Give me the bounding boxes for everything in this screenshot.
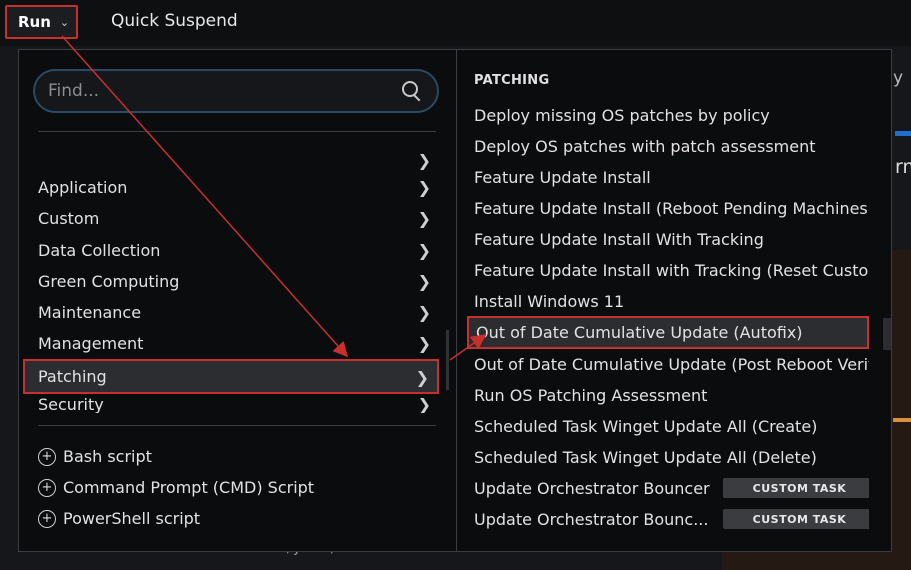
category-label: Custom (38, 209, 100, 228)
script-item[interactable]: Out of Date Cumulative Update (Post Rebo… (474, 349, 869, 379)
script-column: PATCHING Deploy missing OS patches by po… (457, 50, 891, 551)
quick-suspend-button[interactable]: Quick Suspend (111, 11, 238, 31)
chevron-right-icon: ❯ (417, 303, 431, 322)
category-item-patching[interactable]: Patching ❯ (23, 359, 439, 394)
chevron-right-icon: ❯ (417, 178, 431, 197)
chevron-down-icon: ⌄ (59, 15, 70, 29)
category-item-maintenance[interactable]: Maintenance ❯ (23, 297, 439, 328)
script-label: Feature Update Install with Tracking (Re… (474, 260, 869, 280)
category-label: Green Computing (38, 272, 180, 291)
category-label: Application (38, 178, 128, 197)
chevron-right-icon: ❯ (417, 151, 431, 170)
script-item[interactable]: Scheduled Task Winget Update All (Delete… (474, 442, 869, 472)
script-label: Scheduled Task Winget Update All (Create… (474, 416, 818, 436)
plus-circle-icon: + (38, 509, 56, 528)
script-item[interactable]: Scheduled Task Winget Update All (Create… (474, 411, 869, 441)
plus-circle-icon: + (38, 478, 56, 497)
script-label: Out of Date Cumulative Update (Autofix) (476, 323, 803, 342)
category-label: Management (38, 334, 144, 353)
custom-task-badge: CUSTOM TASK (723, 478, 869, 498)
add-action-label: PowerShell script (63, 509, 201, 528)
category-item-application[interactable]: Application ❯ (23, 172, 439, 203)
chevron-right-icon: ❯ (417, 209, 431, 228)
section-title: PATCHING (474, 73, 550, 88)
script-label: Run OS Patching Assessment (474, 385, 708, 405)
search-placeholder: Find... (48, 81, 100, 101)
script-item[interactable]: Feature Update Install (Reboot Pending M… (474, 193, 869, 223)
custom-task-badge: CUSTOM TASK (723, 509, 869, 529)
script-item-selected[interactable]: Out of Date Cumulative Update (Autofix) (467, 316, 869, 349)
chevron-right-icon: ❯ (417, 272, 431, 291)
category-item-management[interactable]: Management ❯ (23, 328, 439, 359)
category-item-data-collection[interactable]: Data Collection ❯ (23, 235, 439, 266)
script-label: Update Orchestrator Bouncer (474, 478, 710, 498)
script-label: Install Windows 11 (474, 291, 625, 311)
background-tab-fragment: y (893, 68, 904, 88)
background-accent (893, 418, 911, 422)
script-item[interactable]: Update Orchestrator Bouncer CUSTOM TASK (474, 473, 869, 503)
chevron-right-icon: ❯ (417, 395, 431, 413)
script-label: Update Orchestrator Bounc... (474, 509, 709, 529)
add-action-label: Command Prompt (CMD) Script (63, 478, 315, 497)
category-label: Patching (38, 367, 107, 386)
background-tab-underline (895, 131, 911, 136)
script-item[interactable]: Feature Update Install (474, 162, 869, 192)
divider (38, 425, 436, 426)
add-cmd-script[interactable]: + Command Prompt (CMD) Script (38, 478, 314, 497)
run-button[interactable]: Run ⌄ (5, 5, 78, 39)
script-item[interactable]: Update Orchestrator Bounc... CUSTOM TASK (474, 504, 869, 534)
script-item[interactable]: Deploy OS patches with patch assessment (474, 131, 869, 161)
category-column: Find... ❯ Application ❯ Custom ❯ Data Co… (19, 50, 457, 551)
category-label: Maintenance (38, 303, 142, 322)
category-item-security[interactable]: Security ❯ (23, 393, 439, 413)
run-button-label: Run (18, 13, 51, 31)
add-bash-script[interactable]: + Bash script (38, 447, 152, 466)
chevron-right-icon: ❯ (415, 368, 429, 387)
category-item-green-computing[interactable]: Green Computing ❯ (23, 266, 439, 297)
script-label: Feature Update Install (474, 167, 651, 187)
chevron-right-icon: ❯ (417, 241, 431, 260)
search-input[interactable]: Find... (33, 69, 439, 113)
chevron-right-icon: ❯ (417, 334, 431, 353)
script-label: Feature Update Install (Reboot Pending M… (474, 198, 869, 218)
run-dropdown-menu: Find... ❯ Application ❯ Custom ❯ Data Co… (18, 49, 892, 552)
category-scrollbar[interactable] (446, 330, 449, 390)
script-label: Out of Date Cumulative Update (Post Rebo… (474, 354, 869, 374)
script-label: Feature Update Install With Tracking (474, 229, 764, 249)
script-item[interactable]: Feature Update Install With Tracking (474, 224, 869, 254)
search-icon[interactable] (401, 80, 423, 102)
script-item[interactable]: Run OS Patching Assessment (474, 380, 869, 410)
script-label: Scheduled Task Winget Update All (Delete… (474, 447, 817, 467)
background-heading-fragment: rm (895, 156, 911, 178)
top-toolbar: Run ⌄ Quick Suspend (0, 0, 911, 46)
script-label: Deploy missing OS patches by policy (474, 105, 770, 125)
add-powershell-script[interactable]: + PowerShell script (38, 509, 200, 528)
script-item[interactable]: Feature Update Install with Tracking (Re… (474, 255, 869, 285)
divider (38, 131, 436, 132)
plus-circle-icon: + (38, 447, 56, 466)
category-label: Security (38, 395, 104, 413)
category-label: Data Collection (38, 241, 161, 260)
category-item-custom[interactable]: Custom ❯ (23, 203, 439, 234)
script-scrollbar[interactable] (883, 318, 891, 350)
script-item[interactable]: Install Windows 11 (474, 286, 869, 316)
script-item[interactable]: Deploy missing OS patches by policy (474, 100, 869, 130)
script-label: Deploy OS patches with patch assessment (474, 136, 816, 156)
add-action-label: Bash script (63, 447, 152, 466)
